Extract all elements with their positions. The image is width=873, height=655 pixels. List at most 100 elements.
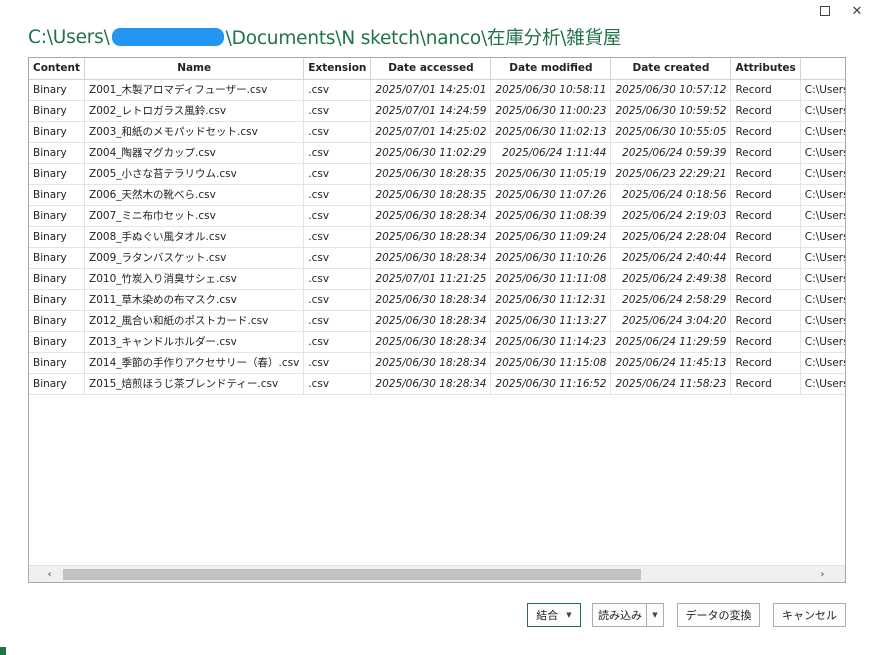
table-row[interactable]: Binary Z001_木製アロマディフューザー.csv .csv 2025/07/0… xyxy=(29,79,845,101)
cell-date-accessed[interactable]: 2025/06/30 18:28:34 xyxy=(370,310,492,332)
table-row[interactable]: Binary Z007_ミニ布巾セット.csv .csv 2025/06/30 18:… xyxy=(29,205,845,227)
cell-date-accessed[interactable]: 2025/06/30 18:28:34 xyxy=(370,247,492,269)
cell-date-created[interactable]: 2025/06/24 2:40:44 xyxy=(610,247,732,269)
maximize-button[interactable] xyxy=(809,0,841,22)
column-header-name[interactable]: Name xyxy=(84,58,305,80)
cell-content[interactable]: Binary xyxy=(29,289,86,311)
cell-date-modified[interactable]: 2025/06/30 11:13:27 xyxy=(490,310,612,332)
table-row[interactable]: Binary Z003_和紙のメモパッドセット.csv .csv 2025/07/01… xyxy=(29,121,845,143)
cell-content[interactable]: Binary xyxy=(29,163,86,185)
cell-folder-path[interactable]: C:\Users\ xyxy=(800,352,845,374)
cell-date-modified[interactable]: 2025/06/30 11:14:23 xyxy=(490,331,612,353)
cell-date-modified[interactable]: 2025/06/30 11:11:08 xyxy=(490,268,612,290)
table-row[interactable]: Binary Z010_竹炭入り消臭サシェ.csv .csv 2025/07/01 1… xyxy=(29,268,845,290)
cell-extension[interactable]: .csv xyxy=(303,373,372,395)
cell-date-modified[interactable]: 2025/06/30 10:58:11 xyxy=(490,79,612,101)
column-header-attributes[interactable]: Attributes xyxy=(730,58,801,80)
cell-date-accessed[interactable]: 2025/06/30 18:28:34 xyxy=(370,352,492,374)
cell-date-created[interactable]: 2025/06/24 2:19:03 xyxy=(610,205,732,227)
table-row[interactable]: Binary Z009_ラタンバスケット.csv .csv 2025/06/30 18… xyxy=(29,247,845,269)
cell-extension[interactable]: .csv xyxy=(303,247,372,269)
cell-attributes[interactable]: Record xyxy=(730,373,801,395)
cell-content[interactable]: Binary xyxy=(29,268,86,290)
cell-attributes[interactable]: Record xyxy=(730,121,801,143)
cell-folder-path[interactable]: C:\Users\ xyxy=(800,121,845,143)
cell-name[interactable]: Z014_季節の手作りアクセサリー（春）.csv xyxy=(84,352,305,374)
table-row[interactable]: Binary Z006_天然木の靴べら.csv .csv 2025/06/30 18:… xyxy=(29,184,845,206)
cell-date-created[interactable]: 2025/06/24 11:45:13 xyxy=(610,352,732,374)
cell-date-accessed[interactable]: 2025/06/30 18:28:34 xyxy=(370,289,492,311)
cell-date-accessed[interactable]: 2025/07/01 14:25:01 xyxy=(370,79,492,101)
cell-folder-path[interactable]: C:\Users\ xyxy=(800,247,845,269)
cell-date-accessed[interactable]: 2025/07/01 14:24:59 xyxy=(370,100,492,122)
cell-attributes[interactable]: Record xyxy=(730,352,801,374)
cell-attributes[interactable]: Record xyxy=(730,100,801,122)
cell-name[interactable]: Z003_和紙のメモパッドセット.csv xyxy=(84,121,305,143)
cell-date-accessed[interactable]: 2025/06/30 11:02:29 xyxy=(370,142,492,164)
cell-attributes[interactable]: Record xyxy=(730,184,801,206)
cell-folder-path[interactable]: C:\Users\ xyxy=(800,184,845,206)
cell-date-modified[interactable]: 2025/06/30 11:10:26 xyxy=(490,247,612,269)
cell-date-accessed[interactable]: 2025/06/30 18:28:35 xyxy=(370,184,492,206)
transform-data-button[interactable]: データの変換 xyxy=(677,603,760,627)
cell-date-modified[interactable]: 2025/06/30 11:05:19 xyxy=(490,163,612,185)
cell-attributes[interactable]: Record xyxy=(730,226,801,248)
cell-date-created[interactable]: 2025/06/24 3:04:20 xyxy=(610,310,732,332)
cell-date-accessed[interactable]: 2025/06/30 18:28:34 xyxy=(370,373,492,395)
cell-date-accessed[interactable]: 2025/06/30 18:28:34 xyxy=(370,205,492,227)
cell-name[interactable]: Z001_木製アロマディフューザー.csv xyxy=(84,79,305,101)
cancel-button[interactable]: キャンセル xyxy=(773,603,846,627)
cell-name[interactable]: Z008_手ぬぐい風タオル.csv xyxy=(84,226,305,248)
cell-attributes[interactable]: Record xyxy=(730,268,801,290)
cell-attributes[interactable]: Record xyxy=(730,331,801,353)
column-header-content[interactable]: Content xyxy=(29,58,86,80)
combine-button[interactable]: 結合 ▼ xyxy=(527,603,581,627)
cell-name[interactable]: Z013_キャンドルホルダー.csv xyxy=(84,331,305,353)
cell-date-modified[interactable]: 2025/06/30 11:00:23 xyxy=(490,100,612,122)
cell-extension[interactable]: .csv xyxy=(303,268,372,290)
cell-date-accessed[interactable]: 2025/07/01 11:21:25 xyxy=(370,268,492,290)
table-row[interactable]: Binary Z013_キャンドルホルダー.csv .csv 2025/06/30 1… xyxy=(29,331,845,353)
cell-name[interactable]: Z002_レトロガラス風鈴.csv xyxy=(84,100,305,122)
cell-date-modified[interactable]: 2025/06/30 11:12:31 xyxy=(490,289,612,311)
cell-date-created[interactable]: 2025/06/24 11:29:59 xyxy=(610,331,732,353)
cell-content[interactable]: Binary xyxy=(29,100,86,122)
cell-folder-path[interactable]: C:\Users\ xyxy=(800,79,845,101)
cell-name[interactable]: Z004_陶器マグカップ.csv xyxy=(84,142,305,164)
table-row[interactable]: Binary Z012_風合い和紙のポストカード.csv .csv 2025/06/3… xyxy=(29,310,845,332)
cell-extension[interactable]: .csv xyxy=(303,100,372,122)
column-header-date-created[interactable]: Date created xyxy=(610,58,732,80)
cell-content[interactable]: Binary xyxy=(29,184,86,206)
table-row[interactable]: Binary Z014_季節の手作りアクセサリー（春）.csv .csv 2025/0… xyxy=(29,352,845,374)
horizontal-scrollbar[interactable]: ‹ › xyxy=(29,565,845,582)
cell-date-created[interactable]: 2025/06/30 10:55:05 xyxy=(610,121,732,143)
cell-date-modified[interactable]: 2025/06/30 11:07:26 xyxy=(490,184,612,206)
table-row[interactable]: Binary Z002_レトロガラス風鈴.csv .csv 2025/07/01 14… xyxy=(29,100,845,122)
cell-folder-path[interactable]: C:\Users\ xyxy=(800,226,845,248)
cell-date-created[interactable]: 2025/06/24 11:58:23 xyxy=(610,373,732,395)
cell-folder-path[interactable]: C:\Users\ xyxy=(800,310,845,332)
cell-folder-path[interactable]: C:\Users\ xyxy=(800,142,845,164)
cell-extension[interactable]: .csv xyxy=(303,352,372,374)
cell-extension[interactable]: .csv xyxy=(303,184,372,206)
column-header-folder-path[interactable] xyxy=(800,58,845,80)
cell-content[interactable]: Binary xyxy=(29,352,86,374)
cell-content[interactable]: Binary xyxy=(29,310,86,332)
cell-extension[interactable]: .csv xyxy=(303,289,372,311)
cell-name[interactable]: Z012_風合い和紙のポストカード.csv xyxy=(84,310,305,332)
load-dropdown-button[interactable]: ▼ xyxy=(646,603,664,627)
cell-attributes[interactable]: Record xyxy=(730,205,801,227)
column-header-extension[interactable]: Extension xyxy=(303,58,372,80)
cell-attributes[interactable]: Record xyxy=(730,247,801,269)
cell-date-accessed[interactable]: 2025/06/30 18:28:34 xyxy=(370,226,492,248)
cell-date-accessed[interactable]: 2025/06/30 18:28:35 xyxy=(370,163,492,185)
cell-extension[interactable]: .csv xyxy=(303,226,372,248)
cell-date-created[interactable]: 2025/06/24 0:59:39 xyxy=(610,142,732,164)
cell-folder-path[interactable]: C:\Users\ xyxy=(800,268,845,290)
cell-content[interactable]: Binary xyxy=(29,205,86,227)
cell-folder-path[interactable]: C:\Users\ xyxy=(800,163,845,185)
cell-date-created[interactable]: 2025/06/24 0:18:56 xyxy=(610,184,732,206)
cell-content[interactable]: Binary xyxy=(29,121,86,143)
cell-extension[interactable]: .csv xyxy=(303,310,372,332)
cell-name[interactable]: Z010_竹炭入り消臭サシェ.csv xyxy=(84,268,305,290)
